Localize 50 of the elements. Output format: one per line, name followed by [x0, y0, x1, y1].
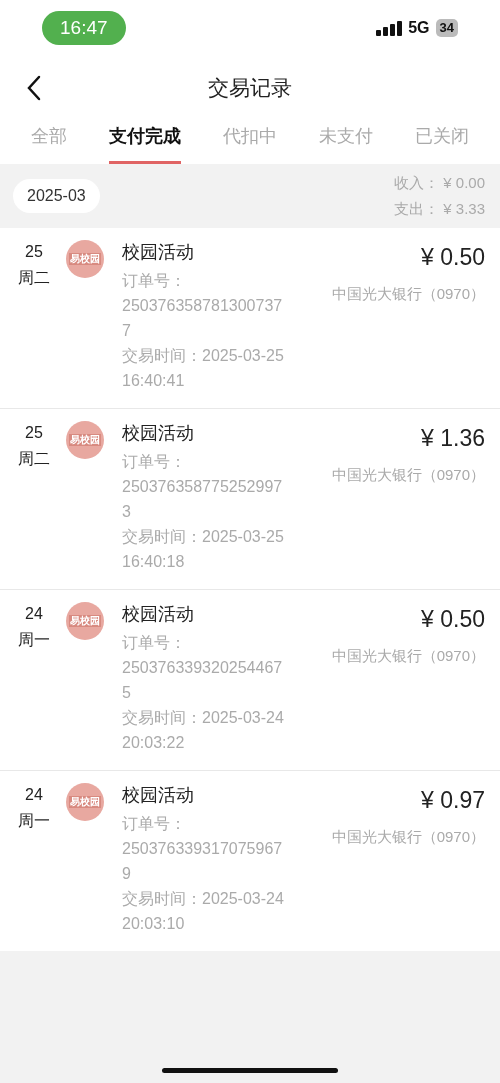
bank-account: 中国光大银行（0970）: [331, 645, 485, 666]
order-number: 2503763587752529973: [122, 477, 283, 522]
amount: ¥ 0.50: [421, 243, 485, 272]
amount: ¥ 1.36: [421, 424, 485, 453]
merchant-logo: 易校园: [69, 796, 101, 808]
order-label: 订单号：: [122, 814, 187, 834]
bank-account: 中国光大银行（0970）: [331, 464, 485, 485]
merchant-logo: 易校园: [69, 253, 101, 265]
back-icon[interactable]: [26, 75, 42, 101]
transaction-time: 交易时间：2025-03-25 16:40:18: [122, 527, 285, 572]
tab[interactable]: 支付完成: [109, 120, 181, 164]
order-number: 2503763393170759679: [122, 839, 283, 884]
transaction-card[interactable]: 24 周一 易校园 校园活动 订单号： 2503763393170759679 交易时间：2025-03-24 20:03:10 ¥ 0.97 中国光大银行（0970）: [0, 771, 500, 951]
transaction-time: 交易时间：2025-03-24 20:03:10: [122, 889, 285, 934]
page-title: 交易记录: [208, 75, 292, 102]
merchant-name: 校园活动: [122, 603, 195, 626]
transaction-card[interactable]: 25 周二 易校园 校园活动 订单号： 2503763587752529973 交易时间：2025-03-25 16:40:18 ¥ 1.36 中国光大银行（0970）: [0, 409, 500, 589]
weekday-label: 周二: [18, 449, 50, 469]
transaction-card[interactable]: 24 周一 易校园 校园活动 订单号： 2503763393202544675 交易时间：2025-03-24 20:03:22 ¥ 0.50 中国光大银行（0970）: [0, 590, 500, 770]
signal-icon: [376, 20, 403, 36]
amount: ¥ 0.50: [421, 605, 485, 634]
merchant-logo: 易校园: [69, 615, 101, 627]
expense-total: 支出： ¥ 3.33: [394, 199, 485, 219]
merchant-name: 校园活动: [122, 241, 195, 264]
order-label: 订单号：: [122, 452, 187, 472]
transaction-card[interactable]: 25 周二 易校园 校园活动 订单号： 2503763587813007377 交易时间：2025-03-25 16:40:41 ¥ 0.50 中国光大银行（0970）: [0, 228, 500, 408]
day-label: 25: [25, 423, 43, 443]
merchant-name: 校园活动: [122, 422, 195, 445]
amount: ¥ 0.97: [421, 786, 485, 815]
merchant-logo: 易校园: [69, 434, 101, 446]
order-number: 2503763393202544675: [122, 658, 283, 703]
status-time: 16:47: [42, 10, 126, 46]
order-label: 订单号：: [122, 271, 187, 291]
bank-account: 中国光大银行（0970）: [331, 283, 485, 304]
bank-account: 中国光大银行（0970）: [331, 826, 485, 847]
weekday-label: 周二: [18, 268, 50, 288]
merchant-name: 校园活动: [122, 784, 195, 807]
network-label: 5G: [408, 18, 430, 38]
weekday-label: 周一: [18, 630, 50, 650]
day-label: 24: [25, 785, 43, 805]
day-label: 24: [25, 604, 43, 624]
month-chip[interactable]: 2025-03: [13, 179, 100, 213]
weekday-label: 周一: [18, 811, 50, 831]
battery-icon: 34: [435, 19, 458, 37]
day-label: 25: [25, 242, 43, 262]
transaction-time: 交易时间：2025-03-25 16:40:41: [122, 346, 285, 391]
order-number: 2503763587813007377: [122, 296, 283, 341]
transaction-time: 交易时间：2025-03-24 20:03:22: [122, 708, 285, 753]
order-label: 订单号：: [122, 633, 187, 653]
income-total: 收入： ¥ 0.00: [394, 172, 485, 193]
